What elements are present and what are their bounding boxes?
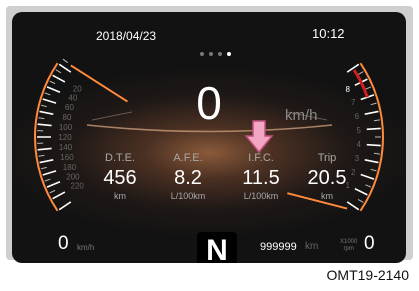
metric-ifc: I.F.C. 11.5 L/100km: [228, 152, 294, 201]
metric-dte: D.T.E. 456 km: [87, 152, 153, 201]
tachometer-tick: [364, 159, 379, 164]
speedometer-minor-tick: [49, 189, 56, 194]
speedometer-tick-label: 120: [58, 133, 72, 142]
speedometer-minor-tick: [62, 58, 69, 64]
metric-unit: L/100km: [243, 191, 279, 201]
tachometer-zero: 0: [364, 233, 375, 254]
odometer-unit: km: [305, 241, 319, 252]
speedometer-minor-tick: [40, 166, 47, 170]
speed-readout: 0: [196, 77, 222, 129]
page-dot-active: [227, 52, 231, 56]
metric-value: 8.2: [174, 167, 202, 189]
speedometer-tick: [58, 201, 72, 211]
speedometer-tick-label: 180: [63, 163, 77, 172]
tachometer-unit-line2: rpm: [343, 246, 354, 252]
speedometer-tick: [42, 170, 57, 176]
page-dot: [209, 52, 213, 56]
page-dot: [218, 52, 222, 56]
tachometer-unit-line1: X1000: [340, 239, 358, 245]
metric-value: 20.5: [307, 167, 347, 189]
figure-caption: OMT19-2140: [326, 267, 409, 283]
tachometer-tick: [346, 201, 360, 211]
metric-unit: km: [114, 191, 126, 201]
gauge-dials: 22020018016014012010080604020 87654321: [34, 58, 384, 212]
metric-trip: Trip 20.5 km: [294, 152, 360, 201]
metric-unit: L/100km: [170, 191, 206, 201]
tachometer-unit: X1000 rpm: [340, 239, 357, 253]
tachometer-minor-tick: [365, 184, 372, 188]
speedometer-tick-label: 140: [59, 143, 73, 152]
gear-indicator: N: [197, 232, 237, 263]
page-indicator-dots: [200, 52, 231, 56]
speedometer-tick: [52, 191, 66, 200]
down-arrow-icon: [244, 120, 274, 154]
metric-label: A.F.E.: [173, 152, 203, 164]
clock-display: 10:12: [312, 26, 345, 41]
metric-label: D.T.E.: [105, 152, 135, 164]
odometer-value: 999999: [260, 241, 297, 253]
tachometer-minor-tick: [373, 152, 380, 155]
tachometer-minor-tick: [370, 168, 377, 172]
speedometer-unit: km/h: [77, 243, 95, 252]
tachometer-tick: [360, 173, 375, 180]
metric-label: Trip: [317, 152, 337, 164]
speedometer-tick-label: 200: [66, 172, 80, 181]
speedometer-zero: 0: [58, 233, 69, 254]
tachometer-minor-tick: [357, 71, 364, 76]
metric-afe: A.F.E. 8.2 L/100km: [155, 152, 221, 201]
speedometer-tick: [58, 63, 72, 73]
speedometer-minor-tick: [38, 154, 45, 157]
speedometer-tick: [37, 147, 52, 151]
instrument-cluster-screen: 220 200 180 160 140 120 100 80 60 40 20 8 7 6 5 4 3 2 1 20…: [12, 12, 406, 263]
metric-value: 11.5: [242, 167, 280, 189]
speedometer-tick: [39, 159, 54, 164]
speedometer-tick-label: 160: [60, 153, 74, 162]
metric-value: 456: [103, 167, 137, 189]
speedometer-minor-tick: [44, 178, 51, 182]
speedometer-tick-label: 220: [71, 181, 85, 190]
tachometer-tick: [346, 63, 360, 73]
tachometer-tick-label: 4: [357, 140, 362, 149]
tachometer-tick: [366, 143, 381, 147]
metric-unit: km: [321, 191, 333, 201]
speedometer-tick: [46, 180, 61, 188]
speed-unit: km/h: [285, 107, 318, 124]
speedometer-minor-tick: [55, 69, 62, 74]
date-display: 2018/04/23: [96, 29, 157, 43]
page-dot: [200, 52, 204, 56]
